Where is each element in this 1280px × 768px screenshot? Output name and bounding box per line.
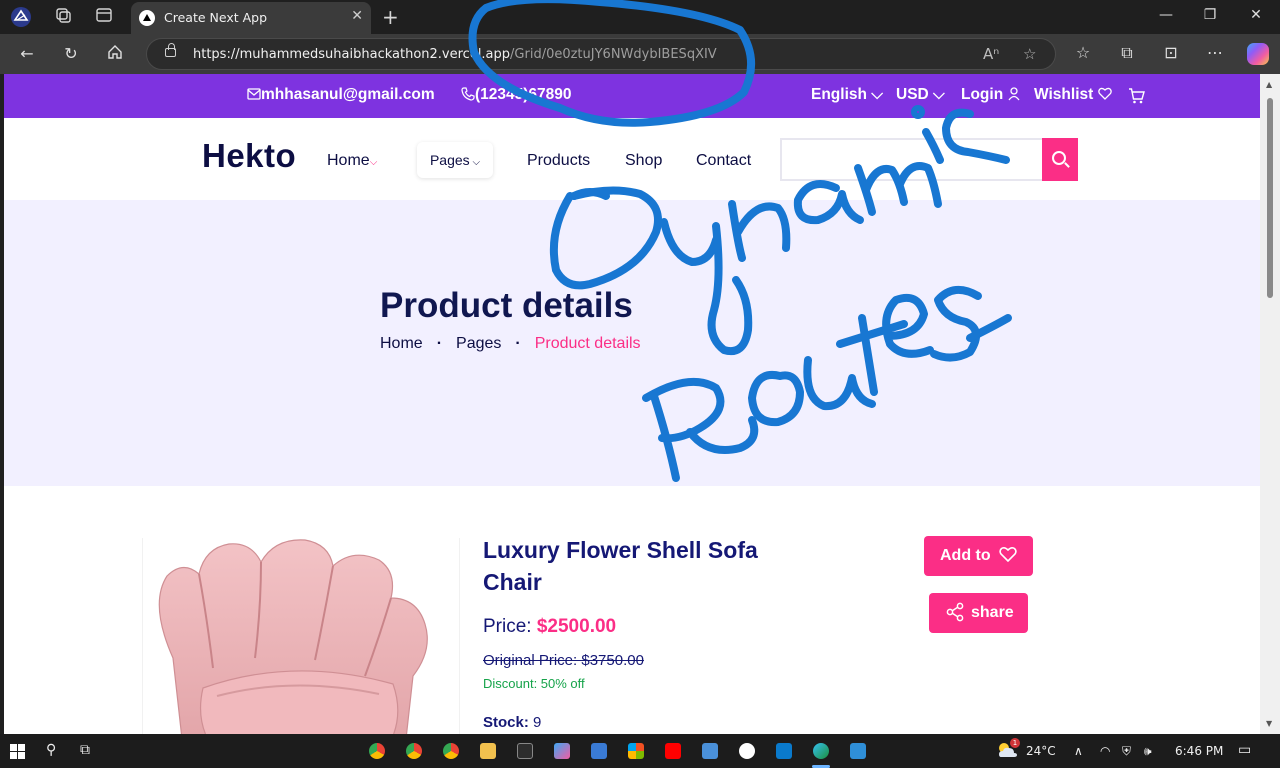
page-scrollbar[interactable]: ▲ ▼ — [1260, 74, 1280, 734]
read-aloud-icon[interactable]: Aⁿ — [983, 45, 999, 63]
scroll-up-icon[interactable]: ▲ — [1266, 80, 1272, 89]
github-icon[interactable] — [739, 743, 755, 759]
task-view-icon[interactable]: ⧉ — [80, 742, 90, 758]
discount-label: Discount: 50% off — [483, 676, 585, 691]
email-link[interactable]: mhhasanul@gmail.com — [247, 86, 435, 104]
page-hero: Product details Home · Pages · Product detai… — [4, 200, 1260, 486]
original-price: Original Price: $3750.00 — [483, 652, 644, 669]
store-icon[interactable] — [628, 743, 644, 759]
restore-icon[interactable]: ❐ — [1200, 7, 1220, 23]
terminal-icon[interactable] — [517, 743, 533, 759]
nav-home[interactable]: Home⌵ — [327, 152, 377, 170]
chrome-icon[interactable] — [406, 743, 422, 759]
chevron-down-icon: ⌵ — [369, 157, 378, 168]
favorite-star-icon[interactable]: ☆ — [1023, 45, 1036, 63]
site-header: Hekto Home⌵ Pages ⌵ Products Shop Contac… — [4, 118, 1260, 200]
security-shield-icon[interactable]: ⛨ — [1122, 744, 1131, 759]
close-window-icon[interactable]: ✕ — [1246, 7, 1266, 23]
browser-tab-strip: Create Next App ✕ + — ❐ ✕ — [0, 0, 1280, 34]
active-tab[interactable]: Create Next App ✕ — [131, 2, 371, 34]
wifi-icon[interactable]: ◠ — [1100, 744, 1110, 758]
weather-badge: 1 — [1010, 738, 1020, 748]
product-price: Price: $2500.00 — [483, 616, 617, 637]
language-select[interactable]: English ⌵ — [811, 86, 883, 104]
keyboard-app-icon[interactable] — [591, 743, 607, 759]
share-button[interactable]: share — [929, 593, 1028, 633]
phone-icon — [461, 87, 475, 101]
search-button[interactable] — [1042, 138, 1078, 181]
chrome-icon[interactable] — [369, 743, 385, 759]
breadcrumb-current: Product details — [534, 335, 641, 352]
nav-pages[interactable]: Pages ⌵ — [417, 142, 493, 178]
product-name: Luxury Flower Shell Sofa Chair — [483, 537, 758, 595]
edge-icon[interactable] — [813, 743, 829, 759]
windows-taskbar: ⚲ ⧉ 1 24°C ∧ ◠ ⛨ 🕪 6:46 PM ▭ — [0, 734, 1280, 768]
lock-icon[interactable] — [165, 43, 176, 57]
currency-select[interactable]: USD ⌵ — [896, 86, 945, 104]
nextjs-favicon-icon — [139, 10, 155, 26]
scroll-down-icon[interactable]: ▼ — [1266, 719, 1272, 728]
site-topbar: mhhasanul@gmail.com (12345)67890 English… — [4, 74, 1260, 118]
more-menu-icon[interactable]: ⋯ — [1204, 43, 1226, 62]
page-title: Product details — [380, 286, 633, 325]
breadcrumb-home[interactable]: Home — [380, 335, 423, 352]
copilot-app-icon[interactable] — [554, 743, 570, 759]
address-bar[interactable]: https://muhammedsuhaibhackathon2.vercel.… — [146, 38, 1056, 70]
tab-actions-icon[interactable] — [93, 6, 115, 28]
chrome-icon[interactable] — [443, 743, 459, 759]
nav-products[interactable]: Products — [527, 152, 590, 170]
home-icon[interactable] — [104, 43, 126, 65]
temperature[interactable]: 24°C — [1026, 744, 1056, 758]
login-link[interactable]: Login — [961, 86, 1020, 104]
volume-icon[interactable]: 🕪 — [1144, 744, 1152, 759]
chevron-down-icon: ⌵ — [866, 86, 884, 103]
youtube-icon[interactable] — [665, 743, 681, 759]
site-logo[interactable]: Hekto — [202, 137, 296, 175]
phone-link[interactable]: (12345)67890 — [461, 86, 572, 104]
tab-title: Create Next App — [164, 10, 268, 25]
profile-avatar-icon[interactable] — [10, 6, 32, 28]
app-icon[interactable] — [702, 743, 718, 759]
back-arrow-icon[interactable]: ← — [16, 43, 38, 65]
share-icon — [946, 602, 964, 622]
url-text[interactable]: https://muhammedsuhaibhackathon2.vercel.… — [193, 47, 717, 62]
collections-icon[interactable]: ⧉ — [1116, 43, 1138, 63]
copilot-icon[interactable] — [1247, 43, 1269, 65]
product-image — [142, 538, 460, 734]
close-tab-icon[interactable]: ✕ — [351, 8, 363, 24]
heart-icon — [1097, 87, 1112, 100]
breadcrumb: Home · Pages · Product details — [380, 335, 641, 352]
product-section: Luxury Flower Shell Sofa Chair Price: $2… — [4, 486, 1260, 734]
minimize-icon[interactable]: — — [1156, 7, 1176, 23]
scrollbar-thumb[interactable] — [1267, 98, 1273, 298]
chevron-down-icon: ⌵ — [928, 86, 945, 103]
photos-icon[interactable] — [850, 743, 866, 759]
mail-icon — [247, 88, 261, 100]
stock-info: Stock: 9 — [483, 714, 542, 731]
clock[interactable]: 6:46 PM — [1175, 744, 1223, 758]
nav-shop[interactable]: Shop — [625, 152, 662, 170]
heart-icon — [999, 546, 1017, 563]
chevron-down-icon: ⌵ — [469, 157, 481, 168]
start-windows-icon[interactable] — [10, 744, 25, 759]
notifications-icon[interactable]: ▭ — [1238, 742, 1251, 758]
chevron-up-icon[interactable]: ∧ — [1074, 744, 1083, 758]
breadcrumb-pages[interactable]: Pages — [456, 335, 501, 352]
search-icon[interactable]: ⚲ — [46, 742, 56, 758]
cart-icon[interactable] — [1128, 88, 1145, 109]
search-input[interactable] — [780, 138, 1042, 181]
wishlist-link[interactable]: Wishlist — [1034, 86, 1112, 104]
add-to-wishlist-button[interactable]: Add to — [924, 536, 1033, 576]
vscode-icon[interactable] — [776, 743, 792, 759]
user-icon — [1007, 87, 1020, 101]
file-explorer-icon[interactable] — [480, 743, 496, 759]
refresh-icon[interactable]: ↻ — [60, 43, 82, 65]
favorites-icon[interactable]: ☆ — [1072, 43, 1094, 62]
workspaces-icon[interactable] — [52, 6, 74, 28]
nav-contact[interactable]: Contact — [696, 152, 751, 170]
web-page: mhhasanul@gmail.com (12345)67890 English… — [4, 74, 1260, 734]
new-tab-icon[interactable]: + — [382, 5, 399, 29]
browser-toolbar: ← ↻ https://muhammedsuhaibhackathon2.ver… — [0, 34, 1280, 74]
screenshot-icon[interactable]: ⊡ — [1160, 43, 1182, 62]
